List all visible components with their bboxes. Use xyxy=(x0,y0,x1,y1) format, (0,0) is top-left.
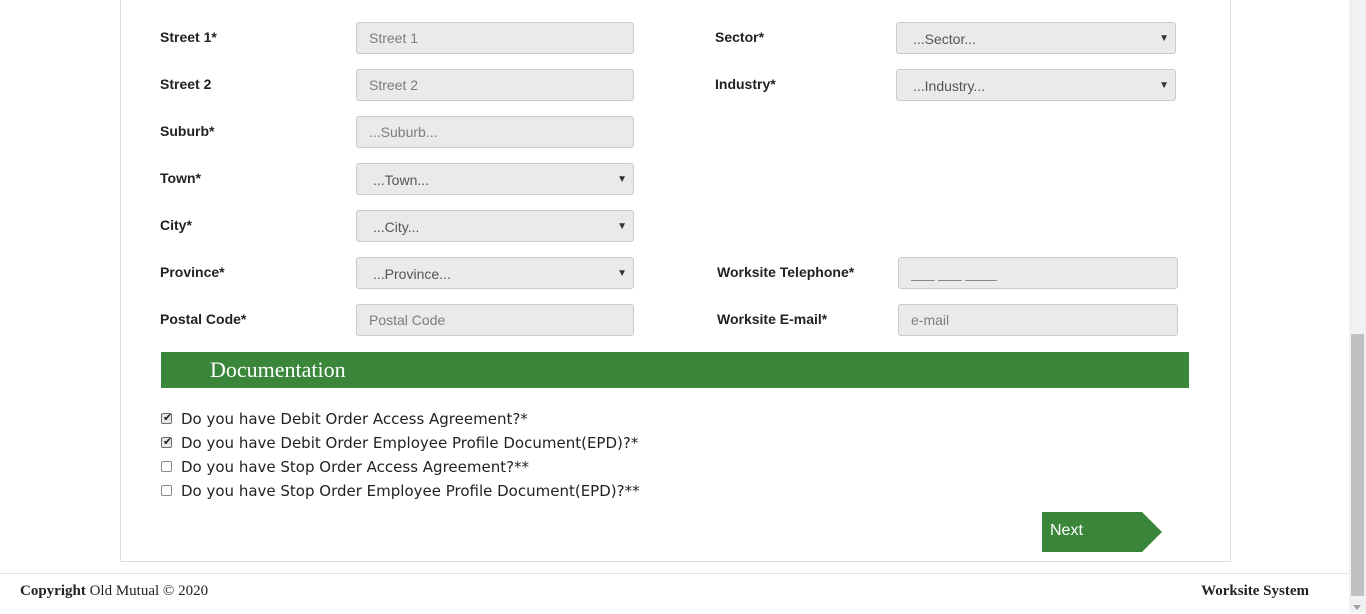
email-input[interactable] xyxy=(898,304,1178,336)
next-button-label: Next xyxy=(1050,522,1083,539)
email-label: Worksite E-mail* xyxy=(717,311,828,327)
copyright-rest: Old Mutual © 2020 xyxy=(89,583,209,599)
city-select-value: ...City... xyxy=(373,219,420,235)
industry-select-value: ...Industry... xyxy=(913,78,986,94)
street2-label: Street 2 xyxy=(160,76,212,92)
debit-access-checkbox[interactable]: ✔ xyxy=(161,412,173,424)
scrollbar-thumb[interactable] xyxy=(1351,334,1364,596)
street1-input[interactable] xyxy=(356,22,634,54)
province-select-value: ...Province... xyxy=(373,266,451,282)
scroll-down-icon[interactable] xyxy=(1353,605,1361,610)
city-select[interactable]: ...City... ▼ xyxy=(356,210,634,242)
chevron-down-icon: ▼ xyxy=(1159,80,1169,91)
footer: Copyright Old Mutual © 2020 Worksite Sys… xyxy=(0,573,1350,614)
town-label: Town* xyxy=(160,170,201,186)
checkmark-icon: ✔ xyxy=(163,436,173,448)
town-select[interactable]: ...Town... ▼ xyxy=(356,163,634,195)
industry-select[interactable]: ...Industry... ▼ xyxy=(896,69,1176,101)
street1-label: Street 1* xyxy=(160,29,217,45)
debit-epd-checkbox[interactable]: ✔ xyxy=(161,436,173,448)
province-label: Province* xyxy=(160,264,225,280)
vertical-scrollbar[interactable] xyxy=(1349,0,1366,613)
copyright-text: Copyright Old Mutual © 2020 xyxy=(20,583,208,600)
sector-select-value: ...Sector... xyxy=(913,31,977,47)
sector-select[interactable]: ...Sector... ▼ xyxy=(896,22,1176,54)
next-button[interactable]: Next xyxy=(1042,512,1162,552)
documentation-header: Documentation xyxy=(161,352,1189,388)
documentation-title: Documentation xyxy=(210,357,346,382)
checkmark-icon: ✔ xyxy=(163,412,173,424)
chevron-down-icon: ▼ xyxy=(617,268,627,279)
stop-epd-checkbox[interactable] xyxy=(161,485,172,496)
province-select[interactable]: ...Province... ▼ xyxy=(356,257,634,289)
suburb-input[interactable] xyxy=(356,116,634,148)
chevron-down-icon: ▼ xyxy=(1159,33,1169,44)
system-name: Worksite System xyxy=(1201,583,1309,599)
industry-label: Industry* xyxy=(715,76,776,92)
chevron-down-icon: ▼ xyxy=(617,221,627,232)
chevron-down-icon: ▼ xyxy=(617,174,627,185)
sector-label: Sector* xyxy=(715,29,765,45)
street2-input[interactable] xyxy=(356,69,634,101)
town-select-value: ...Town... xyxy=(373,172,430,188)
city-label: City* xyxy=(160,217,192,233)
stop-epd-label: Do you have Stop Order Employee Profile … xyxy=(181,482,640,500)
debit-epd-label: Do you have Debit Order Employee Profile… xyxy=(181,434,639,452)
suburb-label: Suburb* xyxy=(160,123,215,139)
postal-code-label: Postal Code* xyxy=(160,311,247,327)
stop-access-label: Do you have Stop Order Access Agreement?… xyxy=(181,458,530,476)
copyright-bold: Copyright xyxy=(20,583,86,599)
telephone-input[interactable] xyxy=(898,257,1178,289)
debit-access-label: Do you have Debit Order Access Agreement… xyxy=(181,410,528,428)
stop-access-checkbox[interactable] xyxy=(161,461,172,472)
postal-code-input[interactable] xyxy=(356,304,634,336)
telephone-label: Worksite Telephone* xyxy=(717,264,855,280)
